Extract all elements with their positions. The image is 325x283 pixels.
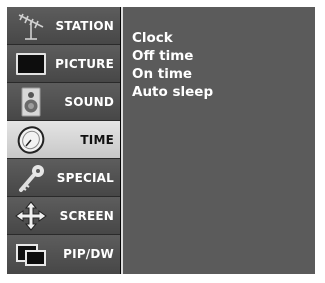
menu-item-pip-dw[interactable]: PIP/DW [7,235,120,274]
menu-item-time[interactable]: TIME [7,121,120,159]
submenu-item-clock[interactable]: Clock [132,29,213,47]
menu-item-special[interactable]: SPECIAL [7,159,120,197]
time-submenu-list: Clock Off time On time Auto sleep [132,29,213,101]
menu-item-label: PICTURE [55,57,114,71]
move-arrows-icon [15,201,47,231]
menu-item-station[interactable]: STATION [7,7,120,45]
antenna-icon [18,13,44,40]
menu-item-picture[interactable]: PICTURE [7,45,120,83]
clock-icon [17,126,45,154]
menu-item-label: PIP/DW [63,247,114,261]
submenu-item-on-time[interactable]: On time [132,65,213,83]
menu-item-screen[interactable]: SCREEN [7,197,120,235]
menu-item-label: SOUND [64,95,114,109]
menu-item-label: TIME [80,133,114,147]
submenu-item-off-time[interactable]: Off time [132,47,213,65]
main-menu-sidebar: STATION PICTURE SOUND TIME SPECIAL SCREE… [7,7,120,274]
menu-item-label: SCREEN [59,209,114,223]
time-submenu-panel: Clock Off time On time Auto sleep [121,7,315,274]
speaker-icon [21,87,41,117]
menu-item-label: SPECIAL [56,171,114,185]
key-icon [19,165,44,192]
menu-item-label: STATION [55,19,114,33]
tv-screen-icon [16,53,46,75]
menu-item-sound[interactable]: SOUND [7,83,120,121]
pip-windows-icon [16,244,46,266]
submenu-item-auto-sleep[interactable]: Auto sleep [132,83,213,101]
